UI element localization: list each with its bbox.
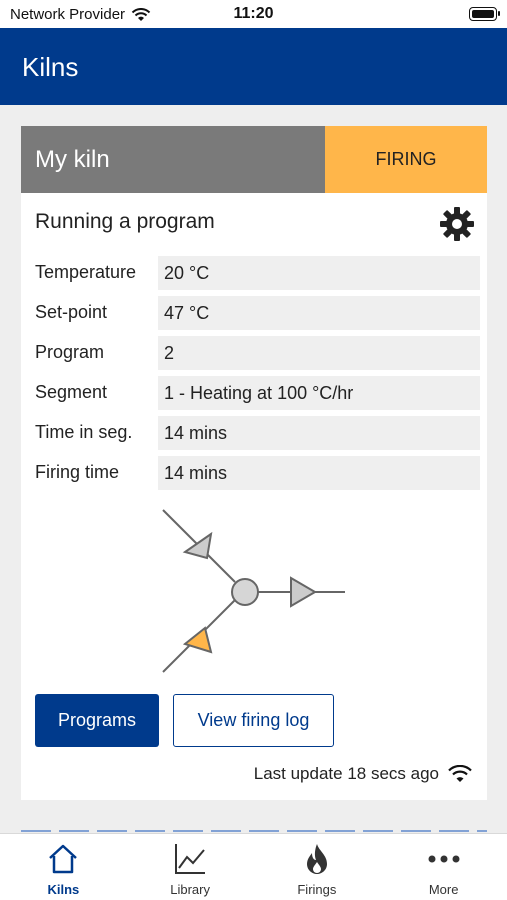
row-firing-time: Firing time 14 mins	[35, 456, 480, 490]
tab-label: Kilns	[47, 882, 80, 897]
carrier-info: Network Provider	[10, 6, 151, 23]
tab-firings[interactable]: Firings	[254, 834, 381, 900]
carrier-name: Network Provider	[10, 6, 126, 23]
row-label: Temperature	[35, 262, 137, 282]
kiln-card-header: My kiln FIRING	[21, 126, 487, 193]
tab-bar: Kilns Library Firings More	[0, 833, 507, 900]
activity-text: Running a program	[35, 210, 215, 233]
wifi-icon	[448, 765, 472, 782]
battery-icon	[469, 7, 500, 21]
row-set-point: Set-point 47 °C	[35, 296, 480, 330]
wifi-icon	[131, 7, 151, 21]
chart-icon	[175, 844, 206, 874]
row-time-in-seg: Time in seg. 14 mins	[35, 416, 480, 450]
kiln-name-box: My kiln	[21, 126, 325, 193]
junction-node	[231, 578, 259, 606]
row-value: 14 mins	[158, 416, 480, 450]
tab-kilns[interactable]: Kilns	[0, 834, 127, 900]
row-value: 14 mins	[158, 456, 480, 490]
programs-button[interactable]: Programs	[35, 694, 159, 747]
row-label: Firing time	[35, 462, 120, 482]
app-header: Kilns	[0, 28, 507, 105]
row-temperature: Temperature 20 °C	[35, 256, 480, 290]
row-value: 1 - Heating at 100 °C/hr	[158, 376, 480, 410]
status-badge: FIRING	[325, 126, 487, 193]
kiln-card: My kiln FIRING Running a program Tempera…	[21, 126, 487, 800]
output-arrow	[290, 576, 317, 608]
page-title: Kilns	[22, 52, 79, 82]
flame-icon	[306, 844, 327, 874]
tab-label: Firings	[297, 882, 337, 897]
row-value: 2	[158, 336, 480, 370]
row-label: Program	[35, 342, 105, 362]
row-value: 47 °C	[158, 296, 480, 330]
input-arrow-top	[182, 531, 213, 560]
row-value: 20 °C	[158, 256, 480, 290]
gear-icon[interactable]	[439, 206, 475, 242]
input-arrow-bottom	[182, 626, 213, 654]
tab-library[interactable]: Library	[127, 834, 254, 900]
tab-label: More	[428, 882, 459, 897]
row-label: Set-point	[35, 302, 108, 322]
tab-more[interactable]: More	[380, 834, 507, 900]
connection-diagram	[162, 509, 345, 673]
row-program: Program 2	[35, 336, 480, 370]
status-bar: Network Provider 11:20	[0, 0, 507, 28]
partially-hidden-text	[21, 826, 487, 832]
tab-label: Library	[170, 882, 210, 897]
row-label: Segment	[35, 382, 108, 402]
last-update: Last update 18 secs ago	[254, 764, 473, 784]
view-firing-log-button[interactable]: View firing log	[173, 694, 334, 747]
home-icon	[49, 844, 78, 874]
row-segment: Segment 1 - Heating at 100 °C/hr	[35, 376, 480, 410]
more-icon	[428, 855, 460, 863]
row-label: Time in seg.	[35, 422, 133, 442]
last-update-text: Last update 18 secs ago	[253, 764, 439, 783]
kiln-name: My kiln	[35, 146, 110, 173]
